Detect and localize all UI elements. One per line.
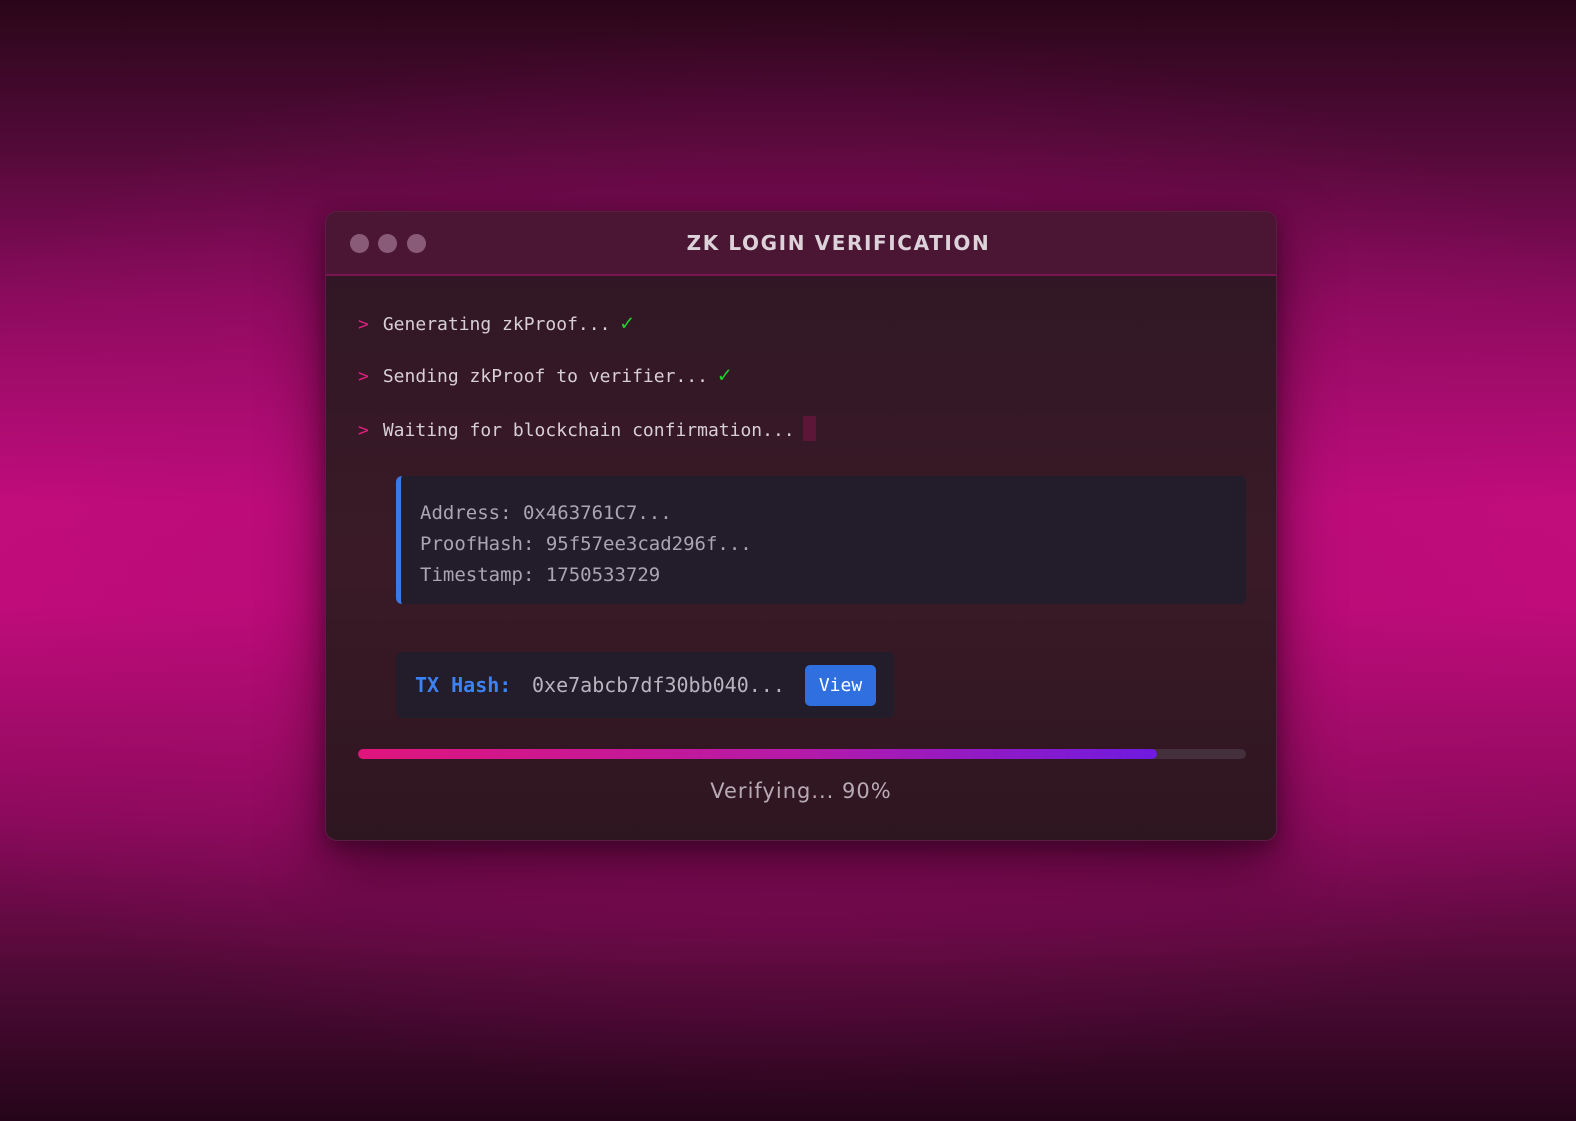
checkmark-icon: ✓ xyxy=(717,363,732,388)
log-text: Waiting for blockchain confirmation... xyxy=(382,420,795,441)
log-line-waiting: > Waiting for blockchain confirmation... xyxy=(358,416,816,441)
progress-status-text: Verifying... 90% xyxy=(710,779,892,803)
prompt-icon: > xyxy=(358,420,369,441)
log-line-sending: > Sending zkProof to verifier... ✓ xyxy=(358,363,731,388)
tx-hash-label: TX Hash: xyxy=(415,673,512,697)
log-line-generating: > Generating zkProof... ✓ xyxy=(358,311,634,336)
prompt-icon: > xyxy=(358,366,369,387)
title-bar: ZK LOGIN VERIFICATION xyxy=(326,212,1276,276)
tx-hash-box: TX Hash: 0xe7abcb7df30bb040... View xyxy=(396,652,894,718)
proof-hash-line: ProofHash: 95f57ee3cad296f... xyxy=(420,533,752,555)
window-title: ZK LOGIN VERIFICATION xyxy=(686,231,991,255)
log-text: Sending zkProof to verifier... xyxy=(382,366,708,387)
timestamp-line: Timestamp: 1750533729 xyxy=(420,564,661,586)
checkmark-icon: ✓ xyxy=(620,311,634,336)
terminal-cursor-icon xyxy=(802,416,816,441)
log-text: Generating zkProof... xyxy=(382,314,611,335)
tx-hash-value: 0xe7abcb7df30bb040... xyxy=(532,673,785,697)
prompt-icon: > xyxy=(358,314,369,335)
address-line: Address: 0x463761C7... xyxy=(420,502,672,524)
view-tx-button[interactable]: View xyxy=(805,665,876,706)
progress-bar-fill xyxy=(358,749,1158,759)
terminal-window: ZK LOGIN VERIFICATION > Generating zkProo… xyxy=(325,211,1277,841)
proof-details-box: Address: 0x463761C7... ProofHash: 95f57e… xyxy=(396,476,1246,604)
progress-bar xyxy=(358,749,1246,759)
